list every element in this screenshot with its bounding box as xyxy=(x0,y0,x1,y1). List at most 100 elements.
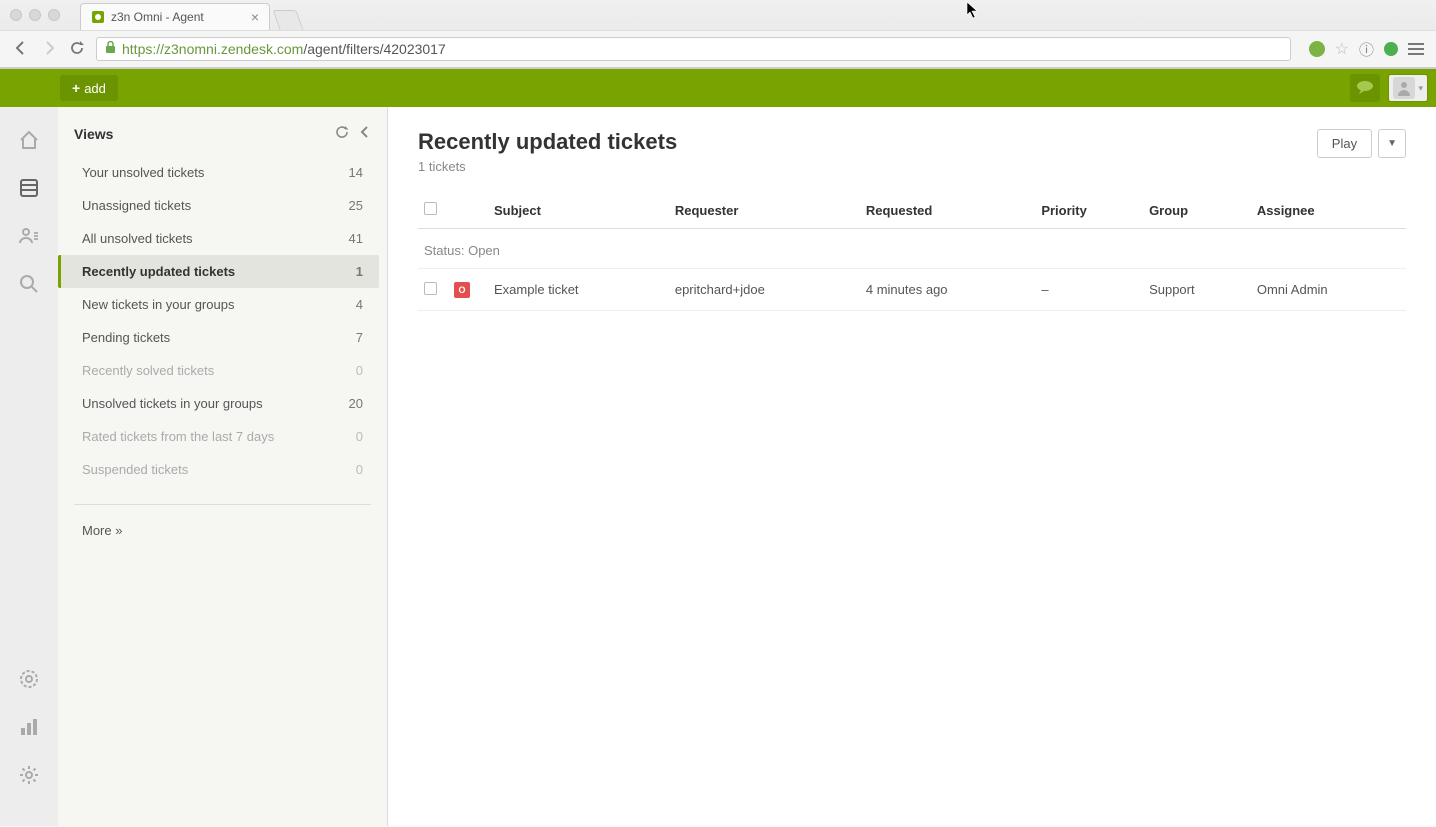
select-all-checkbox[interactable] xyxy=(424,202,437,215)
view-item-count: 14 xyxy=(349,165,363,180)
view-item-label: Unassigned tickets xyxy=(82,198,191,213)
view-item[interactable]: Rated tickets from the last 7 days0 xyxy=(74,420,371,453)
favicon-icon xyxy=(91,10,105,24)
view-item-count: 0 xyxy=(356,462,363,477)
extension-info-icon[interactable]: ⓘ xyxy=(1359,39,1374,60)
caret-down-icon: ▾ xyxy=(1418,83,1423,94)
views-sidebar: Views Your unsolved tickets14Unassigned … xyxy=(58,107,388,826)
extension-evernote-icon[interactable] xyxy=(1309,41,1325,57)
avatar-icon xyxy=(1393,77,1415,99)
view-item[interactable]: Unsolved tickets in your groups20 xyxy=(74,387,371,420)
views-icon[interactable] xyxy=(16,175,42,201)
column-group[interactable]: Group xyxy=(1143,192,1251,229)
view-list: Your unsolved tickets14Unassigned ticket… xyxy=(74,156,371,486)
url-path: /agent/filters/42023017 xyxy=(303,41,445,57)
reload-icon[interactable] xyxy=(68,40,86,59)
forward-icon[interactable] xyxy=(40,40,58,59)
view-item-count: 7 xyxy=(356,330,363,345)
view-item-count: 41 xyxy=(349,231,363,246)
cell-priority: – xyxy=(1035,269,1143,311)
browser-toolbar: https://z3nomni.zendesk.com/agent/filter… xyxy=(0,30,1436,68)
window-minimize-dot[interactable] xyxy=(29,9,41,21)
column-checkbox xyxy=(418,192,448,229)
ticket-count: 1 tickets xyxy=(418,159,677,174)
browser-chrome: z3n Omni - Agent × https://z3nomni.zende… xyxy=(0,0,1436,69)
address-bar[interactable]: https://z3nomni.zendesk.com/agent/filter… xyxy=(96,37,1291,61)
lock-icon xyxy=(105,41,116,57)
chrome-menu-icon[interactable] xyxy=(1408,43,1424,55)
views-divider xyxy=(74,504,371,505)
collapse-icon[interactable] xyxy=(359,125,371,142)
view-item[interactable]: Pending tickets 7 xyxy=(74,321,371,354)
extension-green-icon[interactable] xyxy=(1384,42,1398,56)
column-subject[interactable]: Subject xyxy=(488,192,669,229)
plus-icon: + xyxy=(72,80,80,96)
column-status xyxy=(448,192,488,229)
reports-icon[interactable] xyxy=(16,714,42,740)
view-item-label: Unsolved tickets in your groups xyxy=(82,396,263,411)
column-priority[interactable]: Priority xyxy=(1035,192,1143,229)
header-right: ▾ xyxy=(1350,74,1428,102)
nav-rail xyxy=(0,107,58,826)
view-item-label: Recently solved tickets xyxy=(82,363,214,378)
window-close-dot[interactable] xyxy=(10,9,22,21)
chat-icon xyxy=(1356,80,1374,97)
customers-icon[interactable] xyxy=(16,223,42,249)
window-maximize-dot[interactable] xyxy=(48,9,60,21)
row-checkbox[interactable] xyxy=(424,282,437,295)
view-item-label: Pending tickets xyxy=(82,330,170,345)
play-button-group: Play ▼ xyxy=(1317,129,1406,158)
add-button[interactable]: + add xyxy=(60,75,118,101)
view-item[interactable]: Unassigned tickets 25 xyxy=(74,189,371,222)
view-item-count: 4 xyxy=(356,297,363,312)
home-icon[interactable] xyxy=(16,127,42,153)
add-button-label: add xyxy=(84,81,106,96)
admin-icon[interactable] xyxy=(16,666,42,692)
cell-subject: Example ticket xyxy=(488,269,669,311)
view-item-count: 1 xyxy=(356,264,363,279)
view-item[interactable]: Suspended tickets0 xyxy=(74,453,371,486)
view-item-label: All unsolved tickets xyxy=(82,231,193,246)
view-item[interactable]: Your unsolved tickets 14 xyxy=(74,156,371,189)
view-item[interactable]: Recently updated tickets 1 xyxy=(58,255,379,288)
app-header: + add ▾ xyxy=(0,69,1436,107)
browser-tab-row: z3n Omni - Agent × xyxy=(0,2,1436,30)
bookmark-star-icon[interactable]: ☆ xyxy=(1335,39,1349,59)
new-tab-button[interactable] xyxy=(272,10,303,30)
ticket-table: Subject Requester Requested Priority Gro… xyxy=(418,192,1406,311)
refresh-icon[interactable] xyxy=(335,125,349,142)
view-item[interactable]: New tickets in your groups4 xyxy=(74,288,371,321)
view-item-count: 25 xyxy=(349,198,363,213)
search-icon[interactable] xyxy=(16,271,42,297)
column-assignee[interactable]: Assignee xyxy=(1251,192,1406,229)
cell-requested: 4 minutes ago xyxy=(860,269,1035,311)
cell-group: Support xyxy=(1143,269,1251,311)
view-item[interactable]: All unsolved tickets 41 xyxy=(74,222,371,255)
view-item-label: Your unsolved tickets xyxy=(82,165,204,180)
play-dropdown[interactable]: ▼ xyxy=(1378,129,1406,158)
page-title: Recently updated tickets xyxy=(418,129,677,155)
column-requester[interactable]: Requester xyxy=(669,192,860,229)
column-requested[interactable]: Requested xyxy=(860,192,1035,229)
status-badge: O xyxy=(454,282,470,298)
settings-icon[interactable] xyxy=(16,762,42,788)
play-button[interactable]: Play xyxy=(1317,129,1372,158)
cell-assignee: Omni Admin xyxy=(1251,269,1406,311)
back-icon[interactable] xyxy=(12,40,30,59)
tab-title: z3n Omni - Agent xyxy=(111,10,204,24)
view-item-count: 0 xyxy=(356,363,363,378)
chat-button[interactable] xyxy=(1350,74,1380,102)
tab-close-icon[interactable]: × xyxy=(251,9,259,25)
views-header: Views xyxy=(74,107,371,156)
app-body: Views Your unsolved tickets14Unassigned … xyxy=(0,107,1436,826)
group-header-label: Status: Open xyxy=(418,229,1406,269)
table-group-row: Status: Open xyxy=(418,229,1406,269)
page-header: Recently updated tickets 1 tickets Play … xyxy=(418,129,1406,174)
profile-menu[interactable]: ▾ xyxy=(1388,74,1428,102)
more-views-link[interactable]: More » xyxy=(74,519,371,542)
main-content: Recently updated tickets 1 tickets Play … xyxy=(388,107,1436,826)
view-item[interactable]: Recently solved tickets 0 xyxy=(74,354,371,387)
browser-tab[interactable]: z3n Omni - Agent × xyxy=(80,3,270,30)
view-item-label: Recently updated tickets xyxy=(82,264,235,279)
table-row[interactable]: OExample ticketepritchard+jdoe4 minutes … xyxy=(418,269,1406,311)
